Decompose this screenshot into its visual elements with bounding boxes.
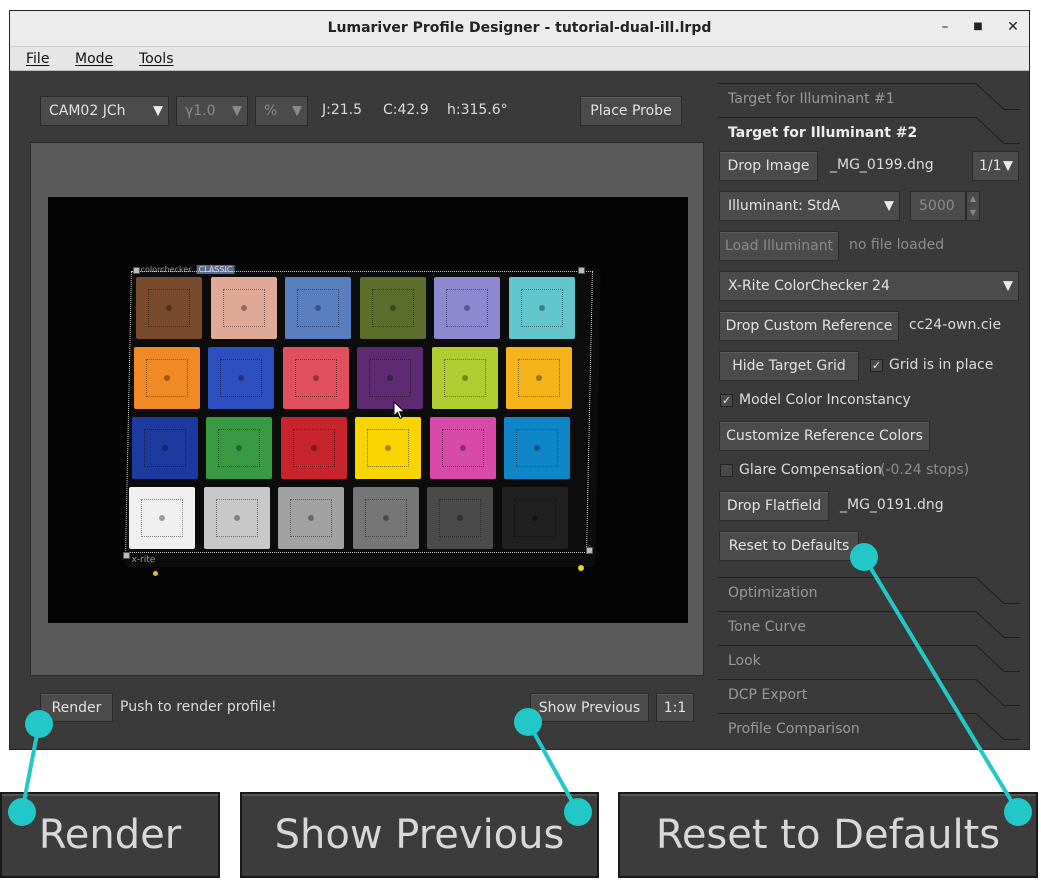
show-previous-button[interactable]: Show Previous (530, 693, 649, 722)
temperature-spinner[interactable]: ▲ ▼ (966, 191, 980, 221)
menu-file[interactable]: File (26, 51, 49, 67)
target-photo[interactable]: colorchecker CLASSIC x-rite (48, 197, 688, 623)
chevron-down-icon: ▼ (884, 198, 894, 214)
load-illuminant-button[interactable]: Load Illuminant (719, 231, 839, 261)
drop-custom-reference-button[interactable]: Drop Custom Reference (719, 311, 899, 341)
tab-tone-curve[interactable]: Tone Curve (718, 611, 1020, 645)
illuminant-select[interactable]: Illuminant: StdA ▼ (719, 191, 900, 221)
flatfield-file-name: _MG_0191.dng (840, 497, 944, 513)
chevron-down-icon: ▼ (1003, 278, 1013, 294)
probe-c-value: C:42.9 (383, 102, 429, 118)
model-inconstancy-checkbox[interactable]: ✓ (720, 394, 733, 407)
grid-corner-handle[interactable] (133, 267, 140, 274)
card-maker-text: x-rite (131, 555, 156, 565)
tab-outline (718, 679, 1020, 706)
probe-h-value: h:315.6° (447, 102, 508, 118)
image-page-select[interactable]: 1/1 ▼ (972, 151, 1019, 181)
card-marker-dot (153, 571, 158, 576)
image-file-name: _MG_0199.dng (830, 157, 934, 173)
unit-select[interactable]: % ▼ (255, 96, 308, 126)
grid-corner-handle[interactable] (123, 552, 130, 559)
glare-compensation-value: (-0.24 stops) (880, 462, 970, 478)
card-marker-dot (578, 565, 584, 571)
app-window: Lumariver Profile Designer - tutorial-du… (9, 10, 1030, 750)
callout-reset-to-defaults: Reset to Defaults (618, 792, 1038, 878)
tab-profile-comparison[interactable]: Profile Comparison (718, 713, 1020, 747)
zoom-button[interactable]: 1:1 (656, 693, 694, 722)
tab-dcp-export[interactable]: DCP Export (718, 679, 1020, 713)
tab-outline (718, 645, 1020, 672)
grid-corner-handle[interactable] (578, 267, 585, 274)
drop-flatfield-button[interactable]: Drop Flatfield (719, 491, 829, 521)
illuminant-file-status: no file loaded (849, 237, 945, 253)
colorspace-select[interactable]: CAM02 JCh ▼ (40, 96, 169, 126)
title-bar: Lumariver Profile Designer - tutorial-du… (10, 11, 1029, 47)
target-grid-overlay (125, 271, 593, 553)
custom-reference-file: cc24-own.cie (909, 317, 1002, 333)
chevron-down-icon: ▼ (292, 103, 302, 119)
tab-optimization[interactable]: Optimization (718, 577, 1020, 611)
mouse-cursor-icon (393, 401, 406, 420)
gamma-value: γ1.0 (185, 103, 216, 119)
colorspace-value: CAM02 JCh (49, 103, 126, 119)
spin-down-icon[interactable]: ▼ (967, 206, 979, 220)
minimize-button[interactable]: – (935, 19, 955, 39)
image-viewer[interactable]: colorchecker CLASSIC x-rite (30, 142, 704, 676)
reset-to-defaults-button[interactable]: Reset to Defaults (719, 531, 859, 561)
tab-look[interactable]: Look (718, 645, 1020, 679)
grid-corner-handle[interactable] (586, 547, 593, 554)
chevron-down-icon: ▼ (1003, 158, 1013, 174)
temperature-input[interactable]: 5000 (910, 191, 966, 221)
probe-j-value: J:21.5 (322, 102, 363, 118)
menu-bar: File Mode Tools (10, 47, 1029, 71)
menu-mode[interactable]: Mode (75, 51, 113, 67)
tab-target-illuminant-1[interactable]: Target for Illuminant #1 (718, 83, 1020, 117)
glare-compensation-label: Glare Compensation (739, 462, 882, 478)
grid-in-place-label: Grid is in place (889, 357, 994, 373)
chevron-down-icon: ▼ (232, 103, 242, 119)
place-probe-button[interactable]: Place Probe (580, 96, 682, 126)
spin-up-icon[interactable]: ▲ (967, 192, 979, 206)
callout-render: Render (0, 792, 220, 878)
target-type-value: X-Rite ColorChecker 24 (728, 278, 890, 294)
tab-outline (718, 117, 1020, 144)
customize-reference-colors-button[interactable]: Customize Reference Colors (719, 421, 930, 451)
drop-image-button[interactable]: Drop Image (719, 151, 818, 181)
render-button[interactable]: Render (40, 693, 113, 722)
menu-tools[interactable]: Tools (139, 51, 174, 67)
tab-outline (718, 611, 1020, 638)
model-inconstancy-label: Model Color Inconstancy (739, 392, 911, 408)
hide-target-grid-button[interactable]: Hide Target Grid (719, 351, 859, 381)
gamma-select[interactable]: γ1.0 ▼ (176, 96, 248, 126)
close-button[interactable]: ✕ (1003, 19, 1023, 39)
glare-compensation-checkbox[interactable] (720, 464, 733, 477)
chevron-down-icon: ▼ (153, 103, 163, 119)
render-status: Push to render profile! (120, 699, 277, 715)
illuminant-value: Illuminant: StdA (728, 198, 841, 214)
image-page-value: 1/1 (979, 158, 1002, 174)
temperature-value: 5000 (919, 198, 955, 214)
target-type-select[interactable]: X-Rite ColorChecker 24 ▼ (719, 271, 1019, 301)
maximize-button[interactable]: ■ (968, 21, 988, 41)
callout-show-previous: Show Previous (240, 792, 599, 878)
tab-outline (718, 577, 1020, 604)
grid-in-place-checkbox[interactable]: ✓ (870, 359, 883, 372)
unit-value: % (264, 103, 278, 119)
tab-outline (718, 713, 1020, 740)
window-title: Lumariver Profile Designer - tutorial-du… (327, 20, 712, 36)
tab-target-illuminant-2[interactable]: Target for Illuminant #2 (718, 117, 1020, 151)
tab-outline (718, 83, 1020, 110)
